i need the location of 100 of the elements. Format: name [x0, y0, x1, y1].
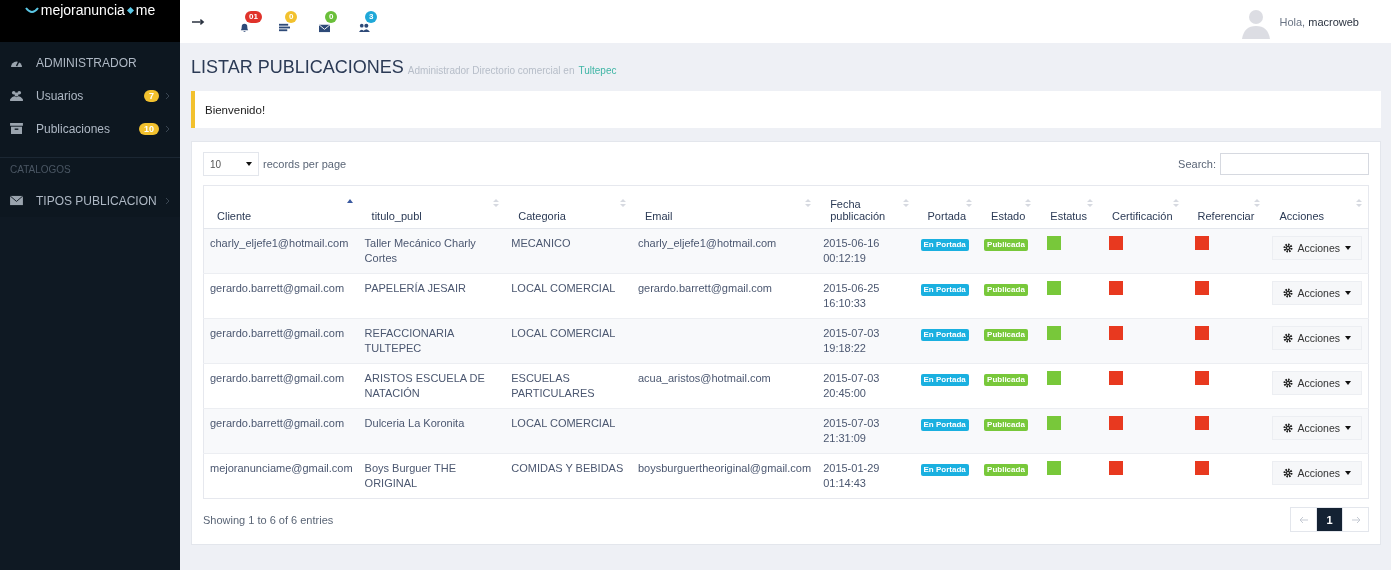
- users-icon: [10, 90, 23, 101]
- column-header[interactable]: Certificación: [1099, 185, 1185, 229]
- logo-text: mejoranuncia: [40, 1, 125, 20]
- table-cell: mejoranunciame@gmail.com: [203, 453, 359, 499]
- status-square[interactable]: [1047, 461, 1062, 475]
- page-button[interactable]: 1: [1316, 507, 1343, 532]
- status-square[interactable]: [1047, 281, 1062, 295]
- status-square[interactable]: [1194, 416, 1209, 430]
- count-badge: 0: [285, 10, 298, 23]
- count-badge: 10: [139, 122, 159, 135]
- actions-button[interactable]: Acciones: [1272, 236, 1362, 260]
- entries-info: Showing 1 to 6 of 6 entries: [203, 513, 334, 526]
- menu-label: Publicaciones: [36, 121, 112, 136]
- smile-icon: [24, 7, 39, 15]
- status-square[interactable]: [1194, 371, 1209, 385]
- arrow-left-icon: [1298, 515, 1309, 524]
- status-label: En Portada: [920, 329, 969, 341]
- notification-button[interactable]: 01: [239, 10, 265, 33]
- sidebar-section-label: CATALOGOS: [0, 157, 180, 184]
- table-cell: LOCAL COMERCIAL: [505, 318, 632, 364]
- gear-icon: [1283, 288, 1294, 298]
- caret-icon: [1345, 426, 1351, 430]
- table-cell: 2015-07-03 21:31:09: [817, 408, 915, 454]
- status-label: Publicada: [984, 284, 1028, 296]
- arrow-right-icon[interactable]: [192, 18, 205, 25]
- table-cell: MECANICO: [505, 228, 632, 274]
- actions-button[interactable]: Acciones: [1272, 371, 1362, 395]
- status-square[interactable]: [1194, 236, 1209, 250]
- gear-icon: [1283, 423, 1294, 433]
- table-cell: LOCAL COMERCIAL: [505, 408, 632, 454]
- column-header[interactable]: Portada: [914, 185, 979, 229]
- next-page-button[interactable]: [1342, 507, 1369, 532]
- table-cell: 2015-07-03 19:18:22: [817, 318, 915, 364]
- table-cell: Taller Mecánico Charly Cortes: [358, 228, 506, 274]
- page-title: LISTAR PUBLICACIONES: [191, 56, 404, 78]
- actions-button[interactable]: Acciones: [1272, 326, 1362, 350]
- status-label: Publicada: [984, 239, 1028, 251]
- welcome-alert: Bienvenido!: [191, 91, 1381, 128]
- gear-icon: [1283, 243, 1294, 253]
- column-header[interactable]: Fecha publicación: [817, 185, 915, 229]
- status-square[interactable]: [1194, 326, 1209, 340]
- status-square[interactable]: [1194, 281, 1209, 295]
- sidebar-item[interactable]: Usuarios 7: [0, 79, 180, 112]
- envelope-icon: [319, 21, 330, 33]
- status-label: En Portada: [920, 284, 969, 296]
- gear-icon: [1283, 468, 1294, 478]
- archive-icon: [10, 123, 23, 134]
- caret-icon: [1345, 336, 1351, 340]
- status-label: En Portada: [920, 419, 969, 431]
- table-cell: 2015-06-16 00:12:19: [817, 228, 915, 274]
- table-cell: Dulceria La Koronita: [358, 408, 506, 454]
- users-icon: [359, 21, 370, 33]
- diamond-icon: [126, 7, 134, 14]
- page-size-select[interactable]: 10: [203, 152, 259, 176]
- table-cell: REFACCIONARIA TULTEPEC: [358, 318, 506, 364]
- arrow-right-icon: [1350, 515, 1361, 524]
- column-header[interactable]: Referenciar: [1184, 185, 1267, 229]
- list-icon: [279, 21, 290, 33]
- status-square[interactable]: [1047, 326, 1062, 340]
- sidebar-item[interactable]: TIPOS PUBLICACION: [0, 184, 180, 217]
- actions-button[interactable]: Acciones: [1272, 416, 1362, 440]
- status-label: Publicada: [984, 419, 1028, 431]
- status-square[interactable]: [1047, 236, 1062, 250]
- bell-icon: [239, 21, 250, 33]
- table-cell: charly_eljefe1@hotmail.com: [631, 228, 818, 274]
- status-label: En Portada: [920, 239, 969, 251]
- status-square[interactable]: [1194, 461, 1209, 475]
- column-header[interactable]: titulo_publ: [358, 185, 506, 229]
- column-header[interactable]: Cliente: [203, 185, 359, 229]
- column-header[interactable]: Acciones: [1266, 185, 1369, 229]
- sidebar-item[interactable]: ADMINISTRADOR: [0, 46, 180, 79]
- search-field[interactable]: [1220, 153, 1369, 175]
- column-header[interactable]: Categoria: [505, 185, 632, 229]
- count-badge: 01: [245, 10, 262, 23]
- user-greeting: Hola, macroweb: [1279, 15, 1359, 28]
- status-square[interactable]: [1047, 416, 1062, 430]
- logo-text: me: [135, 1, 156, 20]
- gear-icon: [1283, 378, 1294, 388]
- status-square[interactable]: [1047, 371, 1062, 385]
- actions-button[interactable]: Acciones: [1272, 461, 1362, 485]
- count-badge: 3: [365, 10, 378, 23]
- table-cell: boysburguertheoriginal@gmail.com: [631, 453, 818, 499]
- caret-icon: [1345, 246, 1351, 250]
- table-cell: gerardo.barrett@gmail.com: [203, 408, 359, 454]
- status-label: En Portada: [920, 464, 969, 476]
- envelope-icon: [10, 195, 23, 206]
- count-badge: 7: [144, 89, 159, 102]
- caret-icon: [1345, 471, 1351, 475]
- column-header[interactable]: Estatus: [1037, 185, 1099, 229]
- sidebar-item[interactable]: Publicaciones 10: [0, 112, 180, 145]
- previous-page-button[interactable]: [1290, 507, 1317, 532]
- column-header[interactable]: Estado: [978, 185, 1038, 229]
- status-label: Publicada: [984, 329, 1028, 341]
- table-cell: 2015-01-29 01:14:43: [817, 453, 915, 499]
- menu-label: TIPOS PUBLICACION: [36, 193, 158, 208]
- gear-icon: [1283, 333, 1294, 343]
- status-label: Publicada: [984, 464, 1028, 476]
- column-header[interactable]: Email: [631, 185, 818, 229]
- status-label: En Portada: [920, 374, 969, 386]
- actions-button[interactable]: Acciones: [1272, 281, 1362, 305]
